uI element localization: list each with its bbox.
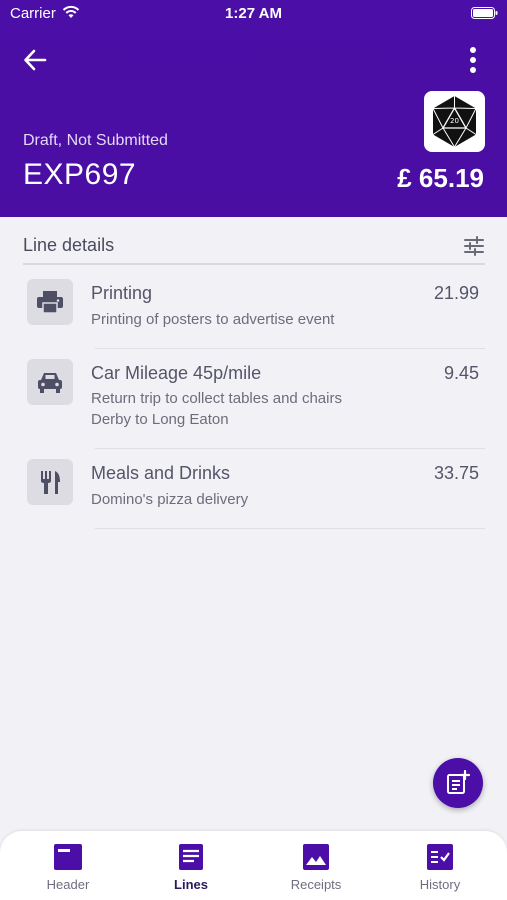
tab-label: Lines <box>174 877 208 892</box>
tab-label: Header <box>46 877 90 892</box>
line-amount: 33.75 <box>433 463 479 483</box>
header-icon <box>54 844 82 870</box>
status-bar: Carrier 1:27 AM <box>0 0 507 28</box>
line-item-meals[interactable]: Meals and Drinks 33.75 Domino's pizza de… <box>0 459 507 529</box>
row-divider <box>95 348 485 349</box>
tab-lines[interactable]: Lines <box>129 831 253 900</box>
expense-total: £ 65.19 <box>397 163 484 193</box>
tab-header[interactable]: Header <box>6 831 130 900</box>
tab-label: Receipts <box>290 877 342 892</box>
note-add-icon <box>447 770 471 794</box>
line-description: Domino's pizza delivery <box>91 489 391 510</box>
printer-icon <box>37 291 63 314</box>
add-line-button[interactable] <box>433 758 483 808</box>
section-title: Line details <box>23 235 115 255</box>
line-title: Printing <box>91 283 153 303</box>
line-icon-tile <box>27 459 73 505</box>
status-time: 1:27 AM <box>225 5 282 22</box>
bottom-tab-bar: Header Lines Receipts History <box>0 831 507 900</box>
line-description-text: Domino's pizza delivery <box>91 491 249 508</box>
d20-dice-icon: 20 <box>432 96 477 148</box>
lines-icon <box>179 844 203 870</box>
car-icon <box>38 373 62 393</box>
organisation-logo: 20 <box>424 91 485 152</box>
line-title: Car Mileage 45p/mile <box>91 363 262 383</box>
history-icon <box>427 844 453 870</box>
restaurant-icon <box>41 471 60 494</box>
line-amount: 21.99 <box>433 283 479 303</box>
line-item-car-mileage[interactable]: Car Mileage 45p/mile 9.45 Return trip to… <box>0 359 507 449</box>
tab-receipts[interactable]: Receipts <box>254 831 378 900</box>
line-description-text: Printing of posters to advertise event <box>91 311 335 328</box>
line-icon-tile <box>27 359 73 405</box>
expense-reference: EXP697 <box>23 158 137 191</box>
section-divider <box>23 263 485 265</box>
battery-icon <box>471 7 498 19</box>
svg-text:20: 20 <box>450 117 459 125</box>
tab-history[interactable]: History <box>378 831 502 900</box>
more-vert-icon[interactable] <box>462 45 484 75</box>
row-divider <box>95 448 485 449</box>
back-arrow-icon[interactable] <box>22 47 48 73</box>
line-description-text: Return trip to collect tables and chairs <box>91 390 342 407</box>
line-description-text: Derby to Long Eaton <box>91 411 229 428</box>
line-description: Return trip to collect tables and chairs… <box>91 388 391 430</box>
line-amount: 9.45 <box>443 363 479 383</box>
tab-label: History <box>419 877 461 892</box>
row-divider <box>95 528 485 529</box>
line-item-printing[interactable]: Printing 21.99 Printing of posters to ad… <box>0 279 507 349</box>
expense-header: Carrier 1:27 AM 20 Draft, Not Submitted … <box>0 0 507 217</box>
line-description: Printing of posters to advertise event <box>91 309 391 330</box>
tune-icon[interactable] <box>463 235 485 257</box>
line-title: Meals and Drinks <box>91 463 231 483</box>
expense-state: Draft, Not Submitted <box>23 132 168 149</box>
image-icon <box>303 844 329 870</box>
line-icon-tile <box>27 279 73 325</box>
